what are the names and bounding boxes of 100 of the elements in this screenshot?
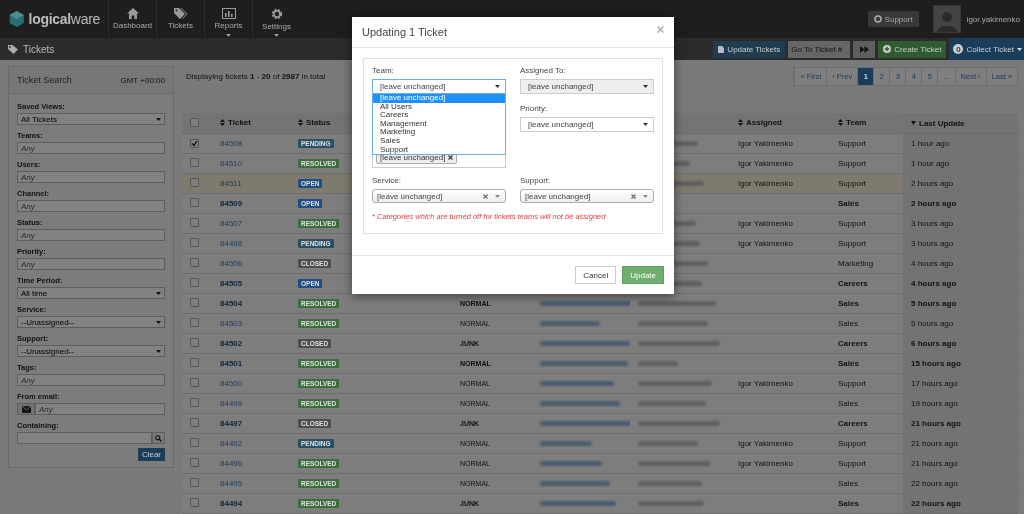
- input-field[interactable]: Any: [17, 142, 165, 154]
- blurred-text: [638, 361, 678, 367]
- ticket-link[interactable]: 84498: [220, 239, 243, 248]
- row-checkbox[interactable]: [190, 498, 199, 507]
- row-checkbox[interactable]: [190, 338, 199, 347]
- ticket-link[interactable]: 84494: [220, 499, 243, 508]
- row-checkbox[interactable]: [190, 458, 199, 467]
- ticket-link[interactable]: 84500: [220, 379, 243, 388]
- go-to-ticket-field[interactable]: Go To Ticket #: [788, 40, 851, 58]
- row-checkbox[interactable]: [190, 278, 199, 287]
- team-select[interactable]: [leave unchanged]: [372, 79, 506, 94]
- last-update-text: 21 hours ago: [911, 459, 958, 468]
- row-checkbox[interactable]: [190, 298, 199, 307]
- input-field[interactable]: Any: [17, 374, 165, 386]
- go-button[interactable]: [853, 40, 876, 58]
- caret-icon: [495, 85, 500, 88]
- dropdown-option[interactable]: Management: [373, 119, 505, 129]
- last-update-text: 21 hours ago: [911, 439, 958, 448]
- input-field[interactable]: Any: [17, 229, 165, 241]
- column-header[interactable]: Assigned: [738, 118, 782, 127]
- search-field[interactable]: [17, 432, 152, 444]
- ticket-link[interactable]: 84511: [220, 179, 242, 188]
- dropdown-option[interactable]: Careers: [373, 111, 505, 120]
- ticket-link[interactable]: 84502: [220, 339, 243, 348]
- select-field[interactable]: All Tickets: [17, 113, 165, 125]
- row-checkbox[interactable]: [190, 318, 199, 327]
- team-text: Careers: [838, 339, 868, 348]
- clear-button[interactable]: Clear: [137, 448, 165, 461]
- ticket-link[interactable]: 84497: [220, 419, 243, 428]
- avatar-icon[interactable]: [932, 5, 961, 33]
- select-field[interactable]: --Unassigned--: [17, 316, 165, 328]
- row-checkbox[interactable]: [190, 378, 199, 387]
- clear-icon[interactable]: [483, 193, 488, 199]
- select-all-checkbox[interactable]: [190, 117, 199, 127]
- support-button[interactable]: Support: [867, 11, 919, 27]
- plus-circle-icon: [883, 45, 892, 53]
- dropdown-option[interactable]: [leave unchanged]: [373, 94, 505, 103]
- row-checkbox[interactable]: [190, 418, 199, 427]
- ticket-link[interactable]: 84509: [220, 199, 243, 208]
- close-icon[interactable]: [657, 25, 664, 33]
- select-field[interactable]: [leave unchanged]: [520, 189, 654, 203]
- team-text: Marketing: [838, 259, 874, 268]
- ticket-link[interactable]: 84505: [220, 279, 243, 288]
- assignee-text: Igor Yakimenko: [738, 439, 793, 448]
- search-button[interactable]: [152, 432, 165, 444]
- row-checkbox[interactable]: [190, 358, 199, 367]
- row-checkbox[interactable]: [190, 138, 199, 148]
- blurred-text: [638, 501, 704, 507]
- team-tags-field[interactable]: [leave unchanged] All Users Careers Management Marketing Sales Support [leave unchanged]: [372, 94, 506, 168]
- row-checkbox[interactable]: [190, 398, 199, 407]
- dropdown-option[interactable]: All Users: [373, 102, 505, 112]
- row-checkbox[interactable]: [190, 238, 199, 247]
- ticket-link[interactable]: 84503: [220, 319, 243, 328]
- row-checkbox[interactable]: [190, 218, 199, 227]
- last-update-text: 4 hours ago: [911, 279, 957, 288]
- row-checkbox[interactable]: [190, 258, 199, 267]
- dropdown-option[interactable]: Sales: [373, 136, 505, 146]
- create-ticket-button[interactable]: Create Ticket: [878, 40, 947, 58]
- dropdown-option[interactable]: Marketing: [373, 128, 505, 137]
- column-header[interactable]: Status: [298, 118, 331, 127]
- update-button[interactable]: Update: [622, 266, 664, 284]
- caret-icon: [643, 123, 648, 126]
- ticket-link[interactable]: 84510: [220, 159, 243, 168]
- team-text: Sales: [838, 499, 859, 508]
- select-field[interactable]: --Unassigned--: [17, 345, 165, 357]
- ticket-link[interactable]: 84499: [220, 399, 243, 408]
- input-field[interactable]: Any: [17, 258, 165, 270]
- collect-ticket-button[interactable]: 0 Collect Ticket: [949, 38, 1024, 60]
- priority-select[interactable]: [leave unchanged]: [520, 117, 654, 132]
- input-field[interactable]: Any: [17, 200, 165, 212]
- row-checkbox[interactable]: [190, 478, 199, 487]
- update-tickets-button[interactable]: Update Tickets: [713, 40, 786, 58]
- row-checkbox[interactable]: [190, 178, 199, 187]
- remove-icon[interactable]: [448, 155, 454, 160]
- column-header[interactable]: Team: [838, 118, 867, 127]
- assignee-text: Igor Yakimenko: [738, 239, 793, 248]
- row-checkbox[interactable]: [190, 198, 199, 207]
- blurred-text: [540, 461, 602, 467]
- ticket-link[interactable]: 84506: [220, 259, 243, 268]
- ticket-link[interactable]: 84501: [220, 359, 243, 368]
- ticket-link[interactable]: 84507: [220, 219, 243, 228]
- column-header[interactable]: Ticket: [220, 118, 251, 127]
- ticket-link[interactable]: 84508: [220, 139, 243, 148]
- input-field[interactable]: Any: [17, 171, 165, 183]
- clear-icon[interactable]: [631, 193, 636, 199]
- username[interactable]: igor.yakimenko: [966, 14, 1020, 24]
- caret-icon: [156, 349, 161, 353]
- assignee-text: Igor Yakimenko: [738, 139, 793, 148]
- ticket-link[interactable]: 84495: [220, 479, 243, 488]
- email-field[interactable]: Any: [35, 403, 165, 415]
- ticket-link[interactable]: 84496: [220, 459, 243, 468]
- ticket-link[interactable]: 84504: [220, 299, 243, 308]
- cancel-button[interactable]: Cancel: [575, 266, 617, 284]
- caret-icon: [1017, 47, 1022, 51]
- row-checkbox[interactable]: [190, 438, 199, 447]
- field-label: Assigned To:: [520, 66, 567, 75]
- ticket-link[interactable]: 84492: [220, 439, 243, 448]
- select-field[interactable]: All time: [17, 287, 165, 299]
- select-field[interactable]: [leave unchanged]: [372, 189, 506, 203]
- row-checkbox[interactable]: [190, 158, 199, 167]
